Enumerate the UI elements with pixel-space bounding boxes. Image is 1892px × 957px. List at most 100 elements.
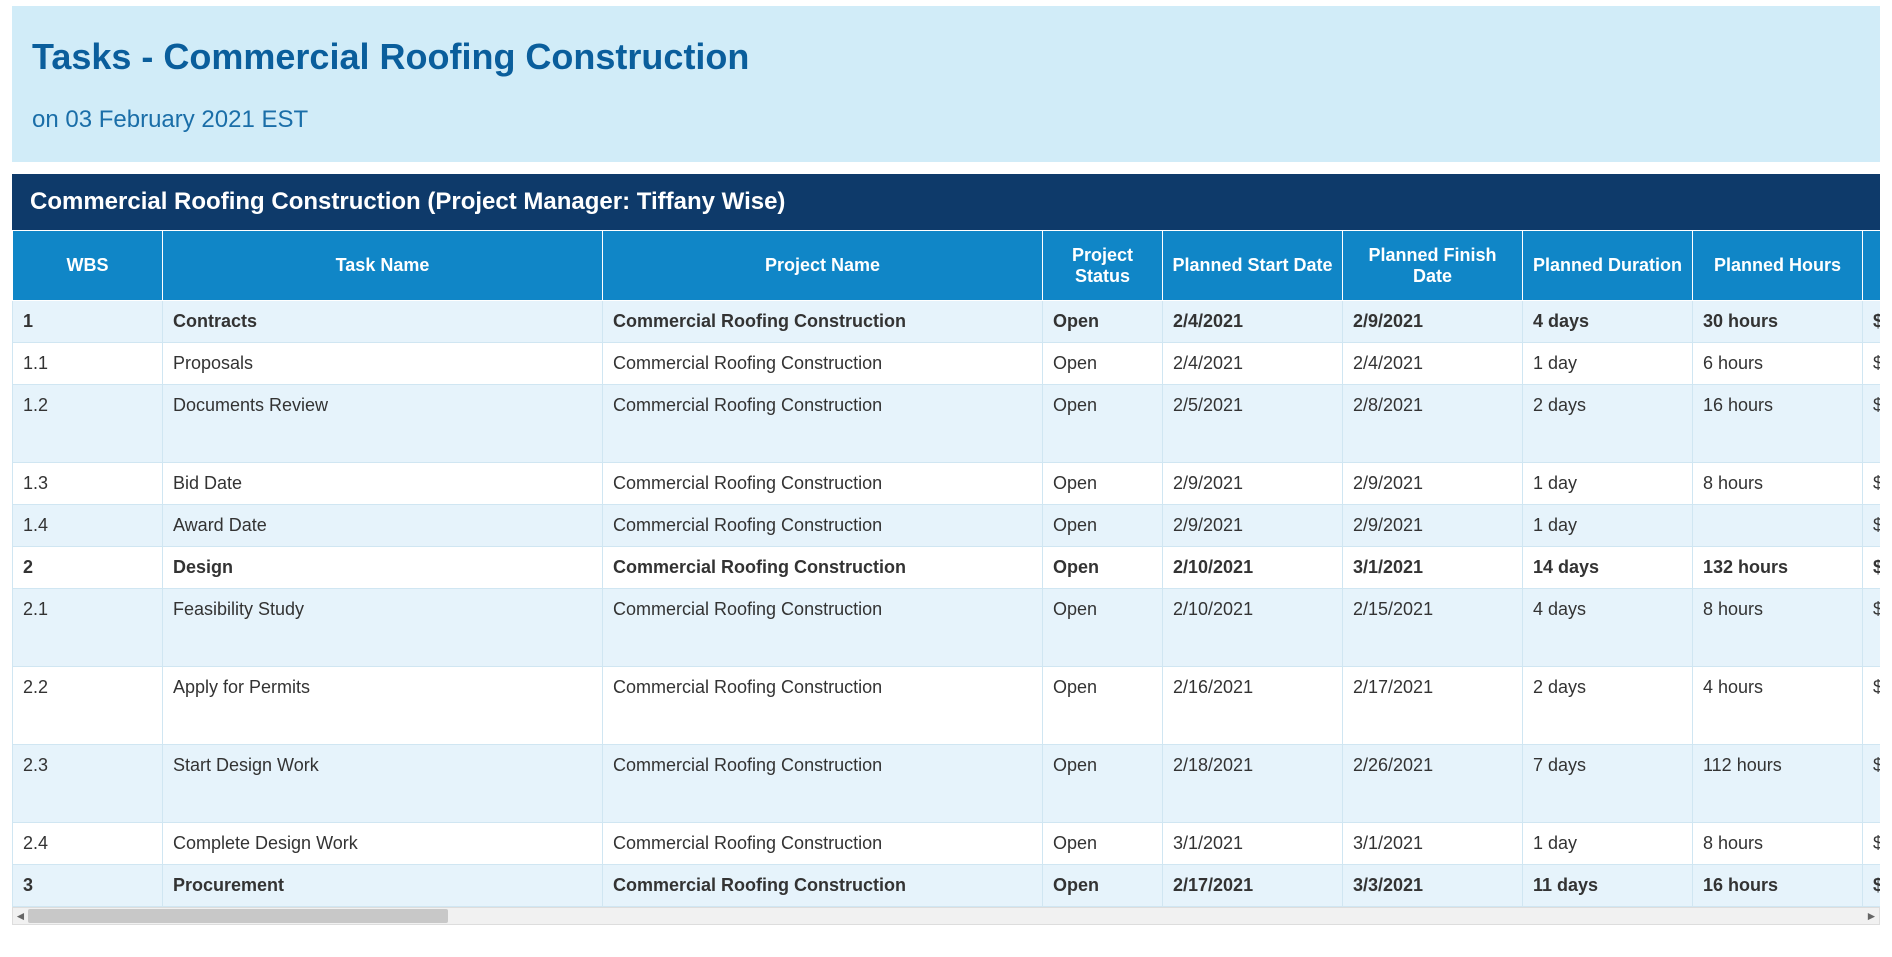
cell-hours: 16 hours [1693, 865, 1863, 907]
cell-task: Start Design Work [163, 745, 603, 823]
cell-wbs: 1.1 [13, 343, 163, 385]
cell-hours: 30 hours [1693, 301, 1863, 343]
cell-project: Commercial Roofing Construction [603, 463, 1043, 505]
cell-start: 2/9/2021 [1163, 505, 1343, 547]
cell-status: Open [1043, 823, 1163, 865]
col-header-status: Project Status [1043, 231, 1163, 301]
cell-status: Open [1043, 343, 1163, 385]
report-date-line: on 03 February 2021 EST [32, 106, 1860, 134]
cell-duration: 2 days [1523, 667, 1693, 745]
col-header-duration: Planned Duration [1523, 231, 1693, 301]
cell-cost: $0.00 [1863, 385, 1881, 463]
cell-status: Open [1043, 301, 1163, 343]
col-header-cost: Planned Cost [1863, 231, 1881, 301]
cell-finish: 3/1/2021 [1343, 823, 1523, 865]
cell-finish: 2/15/2021 [1343, 589, 1523, 667]
cell-start: 2/17/2021 [1163, 865, 1343, 907]
cell-duration: 1 day [1523, 823, 1693, 865]
cell-task: Design [163, 547, 603, 589]
cell-hours: 132 hours [1693, 547, 1863, 589]
table-row: 1.3Bid DateCommercial Roofing Constructi… [13, 463, 1881, 505]
cell-wbs: 2.1 [13, 589, 163, 667]
col-header-finish: Planned Finish Date [1343, 231, 1523, 301]
cell-status: Open [1043, 463, 1163, 505]
cell-project: Commercial Roofing Construction [603, 343, 1043, 385]
scroll-right-arrow-icon[interactable]: ► [1864, 908, 1879, 924]
table-row: 2.2Apply for PermitsCommercial Roofing C… [13, 667, 1881, 745]
cell-task: Procurement [163, 865, 603, 907]
cell-hours: 8 hours [1693, 589, 1863, 667]
cell-cost: $0.00 [1863, 301, 1881, 343]
cell-hours: 4 hours [1693, 667, 1863, 745]
tasks-table: WBS Task Name Project Name Project Statu… [12, 230, 1880, 907]
cell-project: Commercial Roofing Construction [603, 547, 1043, 589]
project-group-header: Commercial Roofing Construction (Project… [12, 174, 1880, 230]
table-body: 1ContractsCommercial Roofing Constructio… [13, 301, 1881, 907]
cell-task: Documents Review [163, 385, 603, 463]
cell-task: Bid Date [163, 463, 603, 505]
cell-finish: 2/9/2021 [1343, 301, 1523, 343]
cell-duration: 14 days [1523, 547, 1693, 589]
cell-start: 2/10/2021 [1163, 589, 1343, 667]
table-header: WBS Task Name Project Name Project Statu… [13, 231, 1881, 301]
cell-task: Award Date [163, 505, 603, 547]
table-row: 1.1ProposalsCommercial Roofing Construct… [13, 343, 1881, 385]
cell-start: 2/16/2021 [1163, 667, 1343, 745]
cell-task: Feasibility Study [163, 589, 603, 667]
cell-status: Open [1043, 865, 1163, 907]
cell-task: Apply for Permits [163, 667, 603, 745]
cell-duration: 1 day [1523, 505, 1693, 547]
table-row: 1.2Documents ReviewCommercial Roofing Co… [13, 385, 1881, 463]
cell-wbs: 1.4 [13, 505, 163, 547]
cell-cost: $0.00 [1863, 745, 1881, 823]
cell-project: Commercial Roofing Construction [603, 865, 1043, 907]
cell-hours: 112 hours [1693, 745, 1863, 823]
cell-hours [1693, 505, 1863, 547]
cell-status: Open [1043, 505, 1163, 547]
cell-start: 2/4/2021 [1163, 343, 1343, 385]
page-title: Tasks - Commercial Roofing Construction [32, 36, 1860, 78]
cell-start: 2/18/2021 [1163, 745, 1343, 823]
cell-duration: 11 days [1523, 865, 1693, 907]
cell-finish: 2/8/2021 [1343, 385, 1523, 463]
cell-finish: 3/3/2021 [1343, 865, 1523, 907]
cell-hours: 8 hours [1693, 823, 1863, 865]
cell-start: 2/5/2021 [1163, 385, 1343, 463]
cell-wbs: 3 [13, 865, 163, 907]
cell-status: Open [1043, 547, 1163, 589]
scroll-thumb[interactable] [28, 909, 448, 923]
cell-wbs: 2.2 [13, 667, 163, 745]
cell-cost: $0.00 [1863, 547, 1881, 589]
cell-task: Complete Design Work [163, 823, 603, 865]
cell-cost: $0.00 [1863, 343, 1881, 385]
cell-task: Proposals [163, 343, 603, 385]
cell-wbs: 2.4 [13, 823, 163, 865]
cell-start: 2/9/2021 [1163, 463, 1343, 505]
col-header-start: Planned Start Date [1163, 231, 1343, 301]
cell-finish: 2/9/2021 [1343, 505, 1523, 547]
cell-cost: $0.00 [1863, 505, 1881, 547]
horizontal-scrollbar[interactable]: ◄ ► [12, 907, 1880, 925]
cell-cost: $0.00 [1863, 823, 1881, 865]
cell-finish: 2/26/2021 [1343, 745, 1523, 823]
cell-project: Commercial Roofing Construction [603, 505, 1043, 547]
table-row: 2.3Start Design WorkCommercial Roofing C… [13, 745, 1881, 823]
scroll-left-arrow-icon[interactable]: ◄ [13, 908, 28, 924]
cell-project: Commercial Roofing Construction [603, 667, 1043, 745]
cell-start: 2/10/2021 [1163, 547, 1343, 589]
cell-cost: $0.00 [1863, 667, 1881, 745]
cell-cost: $0.00 [1863, 589, 1881, 667]
cell-finish: 2/17/2021 [1343, 667, 1523, 745]
cell-finish: 2/9/2021 [1343, 463, 1523, 505]
cell-start: 3/1/2021 [1163, 823, 1343, 865]
cell-status: Open [1043, 745, 1163, 823]
cell-duration: 7 days [1523, 745, 1693, 823]
col-header-task: Task Name [163, 231, 603, 301]
cell-project: Commercial Roofing Construction [603, 745, 1043, 823]
col-header-hours: Planned Hours [1693, 231, 1863, 301]
col-header-project: Project Name [603, 231, 1043, 301]
cell-project: Commercial Roofing Construction [603, 589, 1043, 667]
cell-status: Open [1043, 589, 1163, 667]
cell-cost: $0.00 [1863, 865, 1881, 907]
cell-project: Commercial Roofing Construction [603, 301, 1043, 343]
